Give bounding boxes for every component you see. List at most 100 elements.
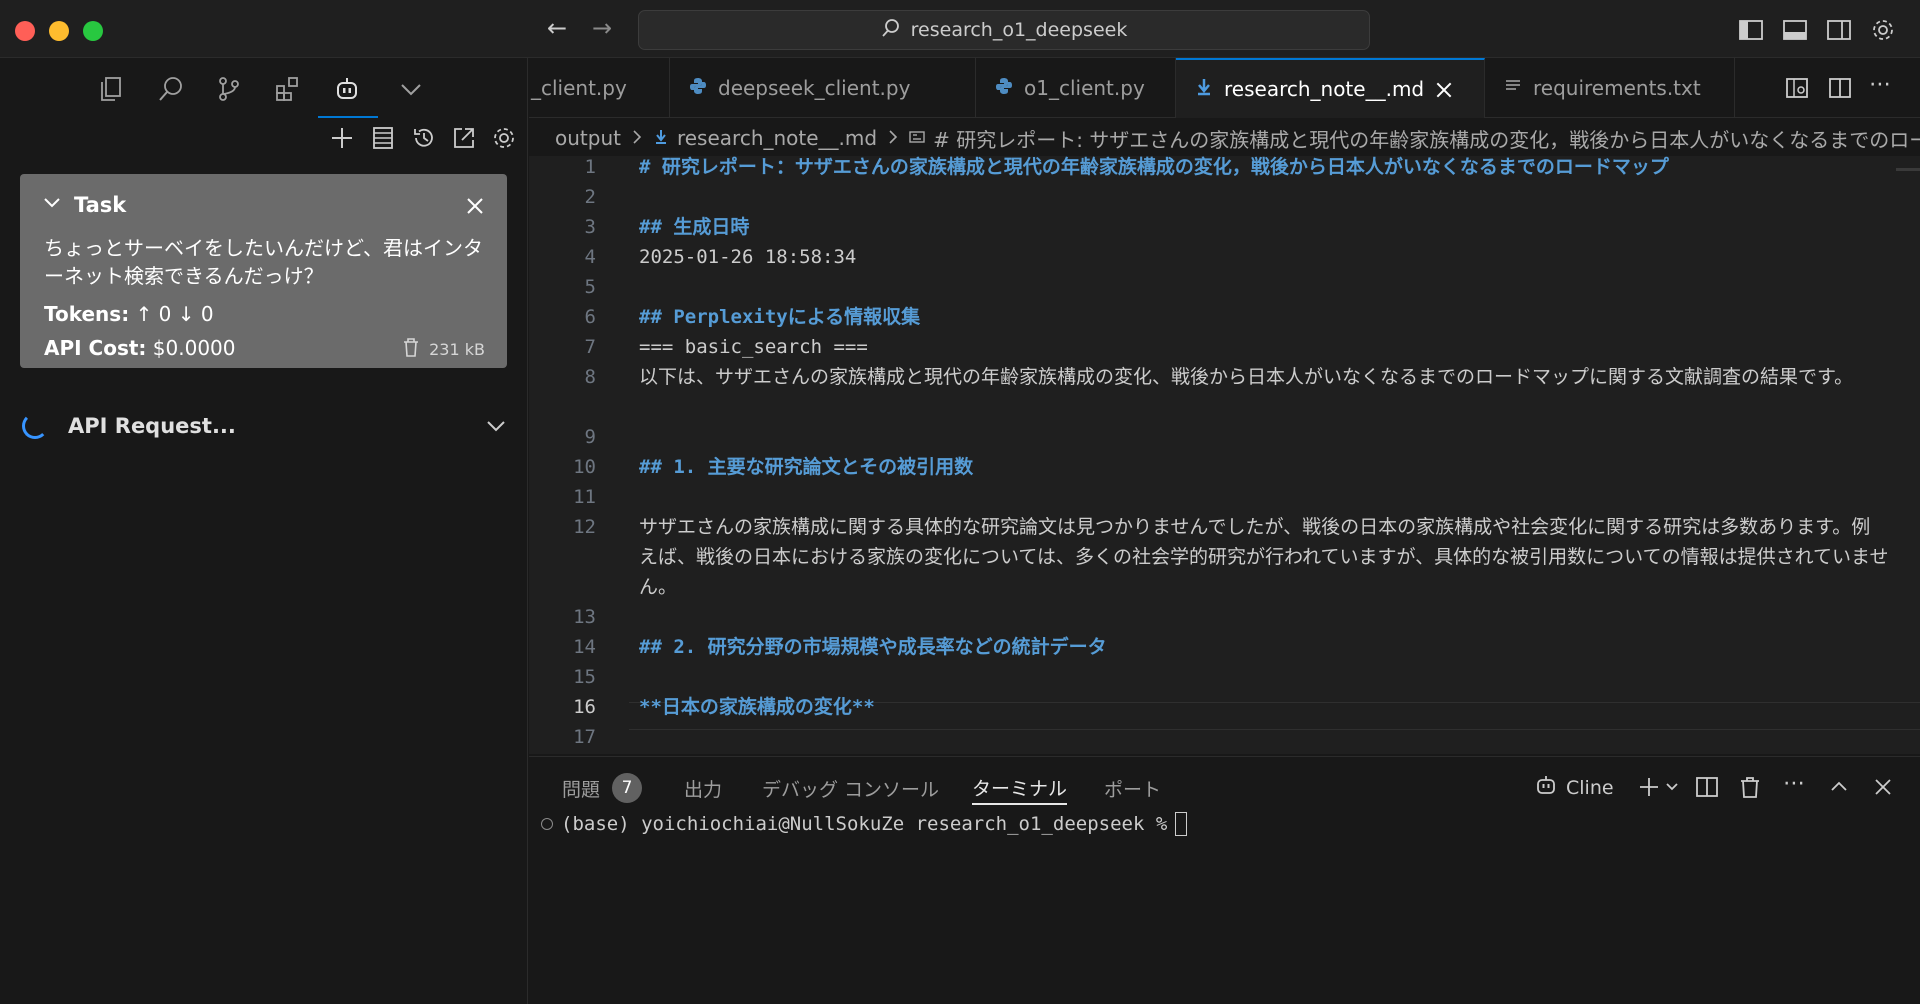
loading-spinner-icon	[22, 413, 48, 439]
split-terminal-icon[interactable]	[1695, 775, 1719, 799]
output-label: 出力	[684, 778, 723, 801]
tab-output[interactable]: 出力	[684, 771, 722, 805]
api-request-label: API Request...	[68, 414, 236, 438]
maximize-panel-chevron-up-icon[interactable]	[1827, 775, 1851, 799]
extensions-icon[interactable]	[271, 72, 305, 106]
line-number: 12	[573, 516, 596, 538]
split-editor-icon[interactable]	[1827, 75, 1853, 101]
breadcrumb-symbol[interactable]: # 研究レポート: サザエさんの家族構成と現代の年齢家族構成の変化，戦後から日本…	[933, 124, 1920, 153]
popout-icon[interactable]	[448, 122, 480, 154]
chevron-down-icon[interactable]	[1660, 775, 1684, 799]
breadcrumb-folder[interactable]: output	[555, 126, 621, 150]
line-number: 1	[584, 156, 596, 178]
tab-research-note-md[interactable]: research_note__.md	[1176, 58, 1485, 118]
python-file-icon	[688, 76, 708, 101]
markdown-download-icon	[1194, 77, 1214, 102]
problems-label: 問題	[562, 778, 601, 801]
history-icon[interactable]	[408, 122, 440, 154]
tab-o1-client-py[interactable]: o1_client.py	[976, 58, 1176, 118]
toggle-secondary-sidebar-icon[interactable]	[1826, 17, 1852, 43]
open-preview-icon[interactable]	[1784, 75, 1810, 101]
cline-settings-gear-icon[interactable]	[488, 122, 520, 154]
minimize-window-button[interactable]	[49, 21, 69, 41]
tab-problems[interactable]: 問題 7	[562, 771, 643, 805]
search-icon	[881, 18, 901, 43]
debug-console-label: デバッグ コンソール	[762, 778, 940, 801]
task-text: ちょっとサーベイをしたいんだけど、君はインターネット検索できるんだっけ？	[44, 236, 483, 288]
symbol-string-icon	[909, 126, 925, 150]
line-text: **日本の家族構成の変化**	[639, 696, 875, 718]
task-size: 231 kB	[401, 336, 485, 362]
tab-label: o1_client.py	[1024, 76, 1145, 100]
source-control-icon[interactable]	[212, 72, 246, 106]
close-window-button[interactable]	[15, 21, 35, 41]
breadcrumb-file[interactable]: research_note__.md	[677, 126, 877, 150]
chevron-right-icon	[885, 126, 901, 150]
line-number: 10	[573, 456, 596, 478]
command-decoration-icon	[541, 818, 553, 830]
line-number: 9	[584, 426, 596, 448]
breadcrumb: output research_note__.md # 研究レポート: サザエさ…	[555, 120, 1920, 156]
more-views-chevron-icon[interactable]	[394, 72, 428, 106]
line-text: ## Perplexityによる情報収集	[639, 306, 921, 328]
line-text: 2025-01-26 18:58:34	[639, 246, 857, 268]
line-text: ## 1. 主要な研究論文とその被引用数	[639, 456, 974, 478]
maximize-window-button[interactable]	[83, 21, 103, 41]
terminal-label: ターミナル	[972, 777, 1068, 800]
line-text: # 研究レポート：サザエさんの家族構成と現代の年齢家族構成の変化，戦後から日本人…	[639, 156, 1669, 178]
sidebar: Task ちょっとサーベイをしたいんだけど、君はインターネット検索できるんだっけ…	[0, 58, 528, 1004]
new-task-plus-icon[interactable]	[326, 122, 358, 154]
toggle-primary-sidebar-icon[interactable]	[1738, 17, 1764, 43]
cline-robot-icon[interactable]	[330, 72, 364, 106]
task-header[interactable]: Task	[42, 192, 126, 217]
tab-requirements-txt[interactable]: requirements.txt	[1485, 58, 1735, 118]
forward-arrow-icon[interactable]: →	[587, 14, 617, 42]
line-text: ## 2. 研究分野の市場規模や成長率などの統計データ	[639, 636, 1107, 658]
editor-tab-bar: _client.py deepseek_client.py o1_client.…	[529, 58, 1920, 118]
mcp-servers-icon[interactable]	[367, 122, 399, 154]
trash-icon[interactable]	[1738, 775, 1762, 799]
close-tab-icon[interactable]	[1434, 80, 1452, 98]
python-file-icon	[994, 76, 1014, 101]
close-panel-icon[interactable]	[1871, 775, 1895, 799]
tab-deepseek-client-py[interactable]: deepseek_client.py	[670, 58, 976, 118]
line-text: === basic_search ===	[639, 336, 868, 358]
search-icon[interactable]	[154, 72, 188, 106]
line-number: 13	[573, 606, 596, 628]
explorer-icon[interactable]	[94, 72, 128, 106]
settings-gear-icon[interactable]	[1870, 17, 1896, 43]
line-number: 3	[584, 216, 596, 238]
problems-count-badge: 7	[612, 773, 643, 803]
line-number: 7	[584, 336, 596, 358]
task-size-value: 231 kB	[429, 339, 485, 359]
line-number: 8	[584, 366, 596, 388]
active-view-indicator	[318, 116, 378, 118]
tokens-line: Tokens: ↑ 0 ↓ 0	[44, 302, 214, 326]
more-actions-icon[interactable]: ⋯	[1783, 773, 1807, 799]
command-center-label: research_o1_deepseek	[910, 19, 1128, 41]
trash-icon[interactable]	[401, 336, 421, 362]
command-center-search[interactable]: research_o1_deepseek	[638, 10, 1370, 50]
terminal-prompt: (base) yoichiochiai@NullSokuZe research_…	[561, 813, 1168, 835]
bottom-panel: 問題 7 出力 デバッグ コンソール ターミナル ポート Cline ⋯ (ba…	[529, 756, 1920, 1004]
chevron-down-icon	[42, 192, 62, 217]
scrollbar-marker	[1896, 168, 1920, 171]
line-text: ## 生成日時	[639, 216, 750, 238]
robot-icon	[1534, 773, 1558, 802]
terminal-profile-cline[interactable]: Cline	[1534, 773, 1614, 802]
tab-terminal[interactable]: ターミナル	[972, 771, 1068, 805]
terminal-line[interactable]: (base) yoichiochiai@NullSokuZe research_…	[541, 812, 1188, 836]
text-file-icon	[1503, 76, 1523, 101]
toggle-panel-icon[interactable]	[1782, 17, 1808, 43]
api-request-row[interactable]: API Request...	[22, 408, 508, 444]
tab-debug-console[interactable]: デバッグ コンソール	[762, 771, 939, 805]
tab-client-py[interactable]: _client.py	[529, 58, 670, 118]
line-number: 16	[573, 696, 596, 718]
tab-ports[interactable]: ポート	[1104, 771, 1161, 805]
chevron-down-icon[interactable]	[484, 414, 508, 438]
task-card: Task ちょっとサーベイをしたいんだけど、君はインターネット検索できるんだっけ…	[20, 174, 507, 368]
more-actions-icon[interactable]: ⋯	[1869, 74, 1895, 101]
editor-area[interactable]: 1 # 研究レポート：サザエさんの家族構成と現代の年齢家族構成の変化，戦後から日本…	[529, 156, 1920, 754]
close-icon[interactable]	[465, 196, 485, 216]
back-arrow-icon[interactable]: ←	[542, 14, 572, 42]
